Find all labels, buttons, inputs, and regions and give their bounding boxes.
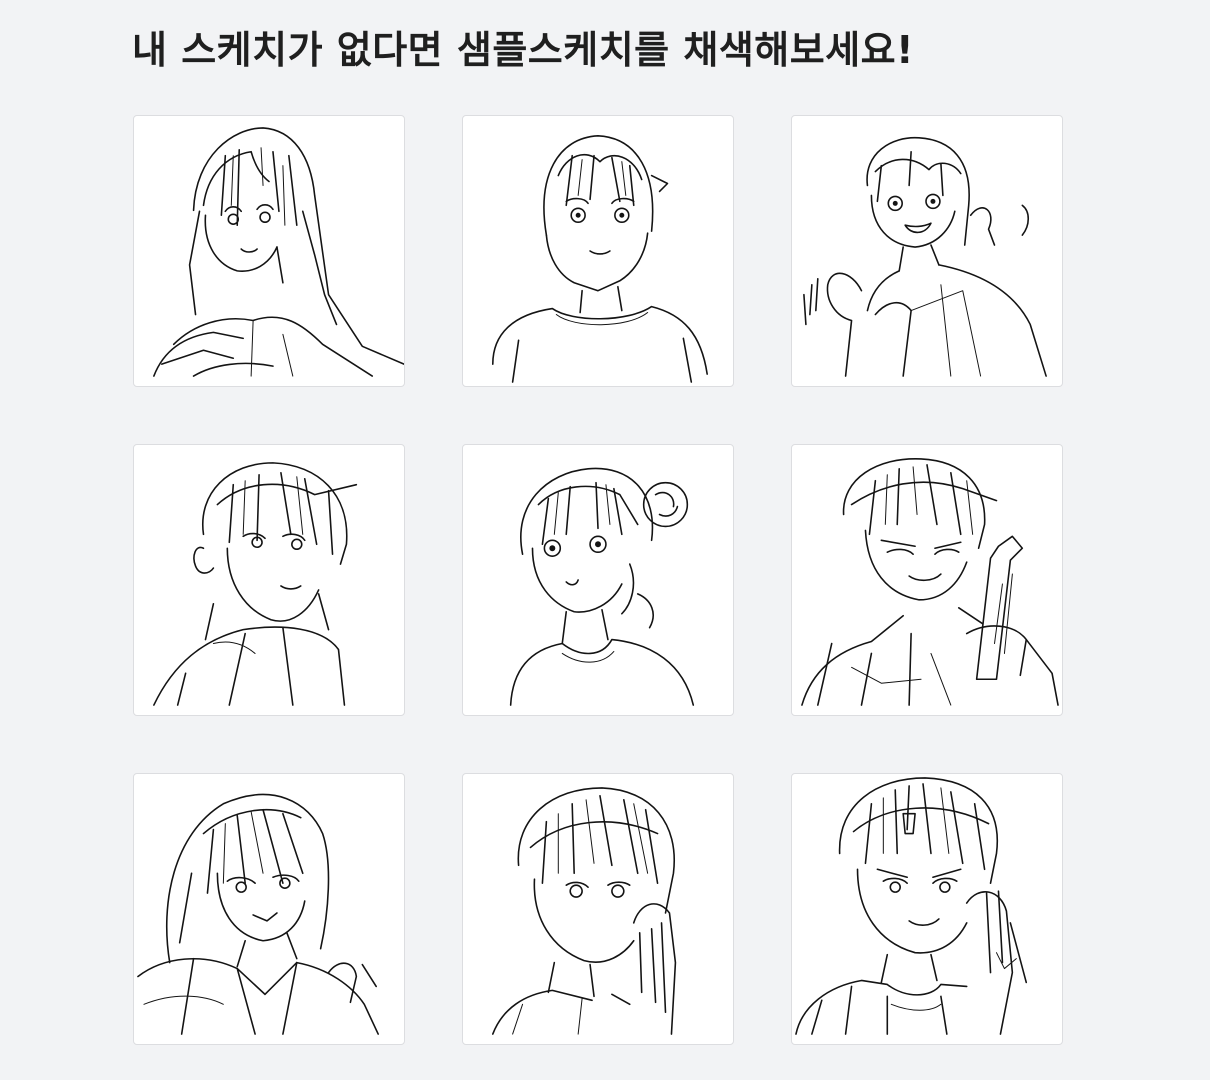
sample-sketch-card-9[interactable] <box>791 773 1063 1045</box>
sample-sketch-card-4[interactable] <box>133 444 405 716</box>
girl-with-hair-bun-icon <box>509 467 695 706</box>
sample-sketch-card-6[interactable] <box>791 444 1063 716</box>
sample-sketch-card-2[interactable] <box>462 115 734 387</box>
sample-sketch-card-7[interactable] <box>133 773 405 1045</box>
sample-sketch-card-1[interactable] <box>133 115 405 387</box>
boy-hand-on-face-icon <box>795 777 1028 1035</box>
bob-hair-girl-front-icon <box>491 135 708 383</box>
sample-sketch-card-5[interactable] <box>462 444 734 716</box>
page-title: 내 스케치가 없다면 샘플스케치를 채색해보세요! <box>132 28 914 72</box>
boy-hand-on-chin-icon <box>491 787 677 1035</box>
sample-sketch-grid <box>133 115 1063 1045</box>
boy-looking-over-shoulder-icon <box>153 462 358 706</box>
sample-sketch-card-8[interactable] <box>462 773 734 1045</box>
sample-sketch-card-3[interactable] <box>791 115 1063 387</box>
long-hair-girl-looking-back-icon <box>153 127 404 377</box>
short-hair-woman-collar-icon <box>137 793 379 1035</box>
boy-holding-drink-icon <box>801 458 1059 706</box>
smiling-girl-waving-icon <box>803 137 1047 377</box>
